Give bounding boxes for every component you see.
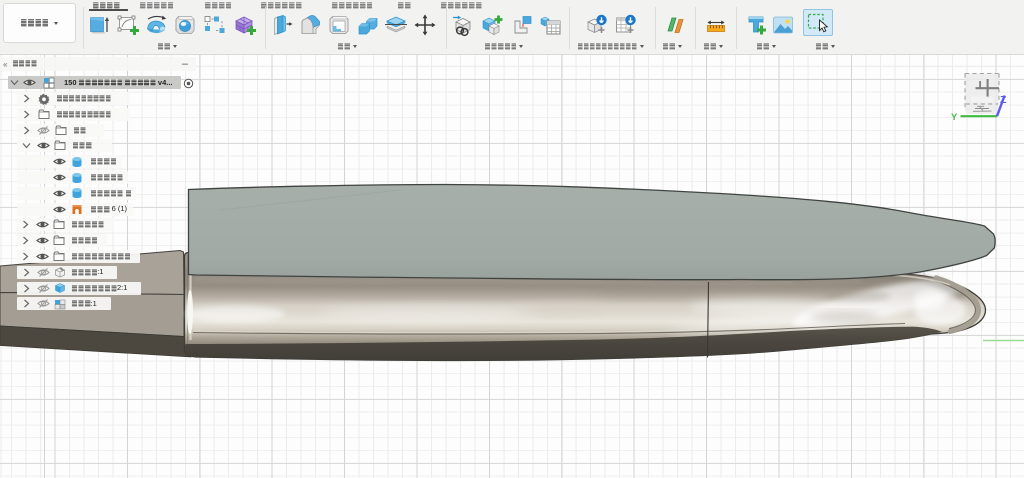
svg-text:Z: Z (1000, 94, 1007, 106)
svg-text:Y: Y (951, 112, 958, 123)
